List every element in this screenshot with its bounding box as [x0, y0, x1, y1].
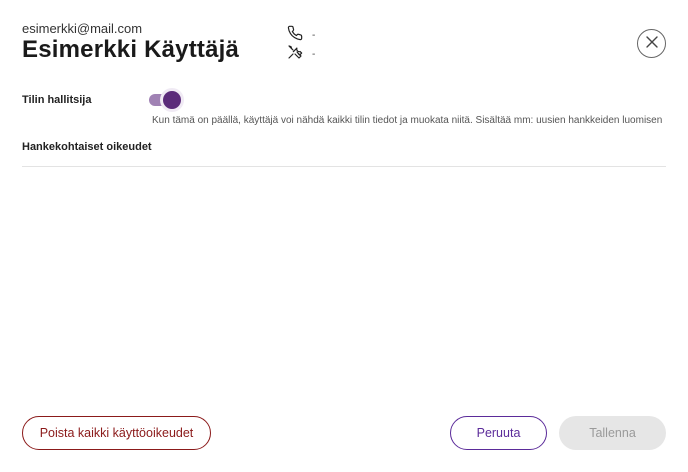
remove-all-permissions-button[interactable]: Poista kaikki käyttöoikeudet [22, 416, 211, 450]
close-button[interactable] [637, 29, 666, 58]
role-row: - [287, 44, 315, 65]
role-value: - [312, 49, 316, 60]
phone-row: - [287, 25, 315, 46]
project-permissions-label: Hankekohtaiset oikeudet [22, 141, 152, 153]
phone-icon [287, 25, 303, 46]
save-button[interactable]: Tallenna [559, 416, 666, 450]
account-admin-label: Tilin hallitsija [22, 94, 92, 106]
account-admin-toggle[interactable] [149, 91, 182, 109]
cancel-button[interactable]: Peruuta [450, 416, 547, 450]
toggle-knob [163, 91, 181, 109]
divider [22, 166, 666, 167]
tools-icon [287, 44, 303, 65]
phone-value: - [312, 30, 316, 41]
close-icon [645, 35, 658, 53]
account-admin-description: Kun tämä on päällä, käyttäjä voi nähdä k… [152, 115, 663, 126]
user-name: Esimerkki Käyttäjä [22, 36, 240, 63]
user-email: esimerkki@mail.com [22, 21, 143, 36]
